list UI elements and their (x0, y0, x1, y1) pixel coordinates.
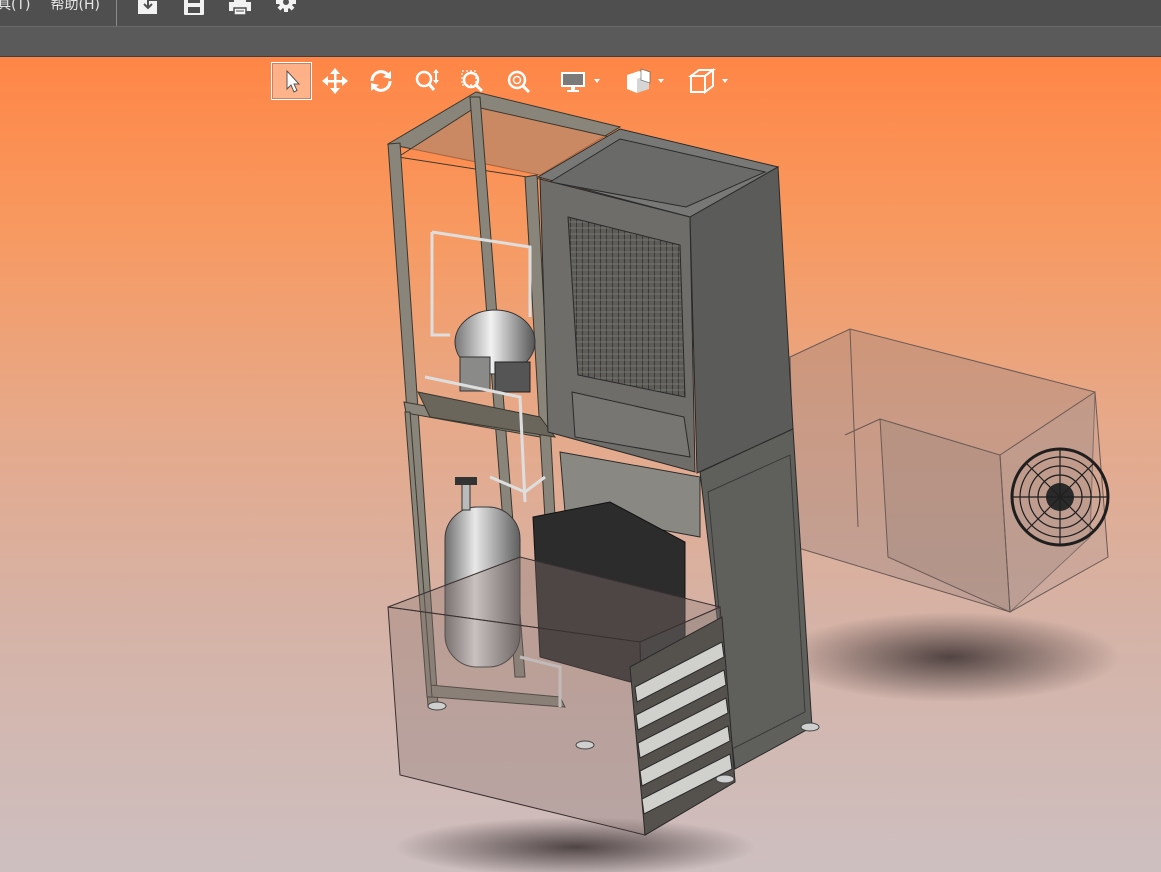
chevron-down-icon (594, 79, 600, 83)
heads-up-view-toolbar (271, 61, 734, 101)
view-orientation-dropdown[interactable] (670, 62, 734, 100)
zoom-interactive-icon (415, 69, 439, 91)
zoom-interactive-tool[interactable] (404, 62, 450, 100)
display-style-dropdown[interactable] (542, 62, 606, 100)
rotate-icon (370, 70, 392, 92)
rotate-tool[interactable] (358, 62, 404, 100)
command-manager-bar (0, 27, 1161, 57)
zoom-window-icon (461, 70, 484, 93)
pan-tool[interactable] (312, 62, 358, 100)
zoom-fit-tool[interactable] (496, 62, 542, 100)
zoom-window-tool[interactable] (450, 62, 496, 100)
section-view-dropdown[interactable] (606, 62, 670, 100)
display-monitor-icon (561, 72, 585, 92)
toolbar-separator (115, 0, 117, 26)
compressor (454, 309, 536, 393)
view-cube-icon (688, 68, 716, 94)
chevron-down-icon (722, 79, 728, 83)
open-file-icon[interactable] (125, 0, 171, 18)
floor-shadow (780, 612, 1120, 702)
menu-help[interactable]: 帮助(H) (40, 0, 109, 12)
pan-icon (322, 68, 348, 94)
gear-icon[interactable] (263, 0, 309, 18)
zoom-fit-icon (507, 70, 531, 94)
select-tool[interactable] (271, 62, 312, 100)
menu-bar: 具(T) 帮助(H) (0, 0, 1161, 27)
cad-model-assembly (386, 91, 1120, 872)
graphics-viewport[interactable] (0, 57, 1161, 872)
save-icon[interactable] (171, 0, 217, 18)
chevron-down-icon (658, 79, 664, 83)
axial-fan (1010, 447, 1110, 547)
select-arrow-icon (286, 69, 300, 93)
floor-shadow (395, 817, 755, 872)
section-view-icon (627, 68, 651, 93)
menu-tools[interactable]: 具(T) (0, 0, 40, 12)
print-icon[interactable] (217, 0, 263, 18)
